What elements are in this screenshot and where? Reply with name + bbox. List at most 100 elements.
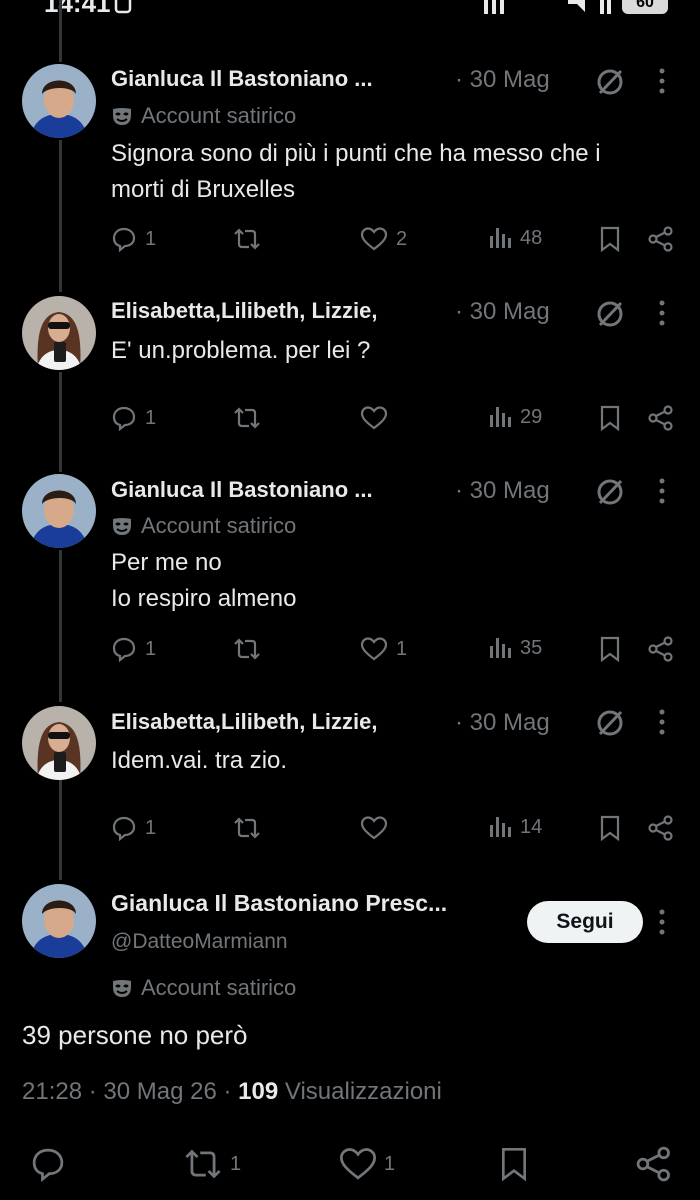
- reply-count: 1: [145, 406, 157, 429]
- like-button[interactable]: 2: [360, 226, 407, 252]
- views-label[interactable]: Visualizzazioni: [285, 1078, 442, 1105]
- repost-button[interactable]: [232, 226, 270, 252]
- more-icon[interactable]: [652, 707, 672, 737]
- avatar[interactable]: [22, 474, 96, 548]
- reply-icon: [32, 1148, 64, 1182]
- like-icon: [360, 637, 388, 661]
- reply-icon: [112, 637, 136, 662]
- post-date[interactable]: · 30 Mag: [455, 709, 550, 737]
- mute-icon[interactable]: [594, 476, 626, 508]
- share-icon[interactable]: [648, 815, 674, 841]
- satire-badge-label: Account satirico: [141, 103, 297, 128]
- repost-button[interactable]: [232, 636, 270, 662]
- more-icon[interactable]: [652, 298, 672, 328]
- views-button[interactable]: 29: [488, 405, 542, 429]
- views-icon: [490, 638, 511, 658]
- more-icon[interactable]: [652, 66, 672, 96]
- battery-indicator: 60: [622, 0, 668, 14]
- tweet-text-line: morti di Bruxelles: [111, 176, 296, 203]
- views-button[interactable]: 48: [488, 226, 542, 250]
- bookmark-icon[interactable]: [598, 636, 622, 662]
- satire-mask-icon: [113, 980, 131, 997]
- satire-badge-label: Account satirico: [141, 975, 297, 1000]
- author-name[interactable]: Elisabetta,Lilibeth, Lizzie,: [111, 298, 446, 324]
- main-share-button[interactable]: [636, 1146, 672, 1182]
- tweet-text: E' un.problema. per lei ?: [111, 333, 681, 369]
- repost-button[interactable]: [232, 405, 270, 431]
- views-count: 48: [520, 226, 543, 249]
- more-icon[interactable]: [652, 907, 672, 937]
- author-name[interactable]: Elisabetta,Lilibeth, Lizzie,: [111, 709, 446, 735]
- views-count: 14: [520, 815, 543, 838]
- main-like-button[interactable]: 1: [338, 1146, 395, 1182]
- bookmark-icon[interactable]: [598, 226, 622, 252]
- repost-icon: [234, 228, 260, 250]
- reply-button[interactable]: 1: [111, 815, 156, 841]
- tweet-text-line: Per me no: [111, 549, 222, 576]
- main-repost-button[interactable]: 1: [182, 1146, 241, 1182]
- views-button[interactable]: 14: [488, 815, 542, 839]
- like-button[interactable]: [360, 815, 396, 841]
- mute-status-icon: [568, 0, 585, 12]
- thread-line: [59, 780, 62, 880]
- thread-line: [59, 0, 62, 62]
- satire-mask-icon: [113, 108, 131, 125]
- reply-button[interactable]: 1: [111, 636, 156, 662]
- post-date[interactable]: · 30 Mag: [455, 298, 550, 326]
- mute-icon[interactable]: [594, 298, 626, 330]
- main-reply-button[interactable]: [30, 1146, 66, 1182]
- avatar[interactable]: [22, 296, 96, 370]
- reply-icon: [112, 406, 136, 431]
- repost-icon: [185, 1149, 221, 1179]
- satire-badge: Account satirico: [111, 513, 296, 539]
- signal-bars-icon: [484, 0, 504, 14]
- status-time: 14:41: [44, 0, 111, 18]
- bookmark-icon[interactable]: [598, 815, 622, 841]
- thread-line: [59, 372, 62, 472]
- main-like-count: 1: [384, 1152, 396, 1175]
- more-icon[interactable]: [652, 476, 672, 506]
- repost-button[interactable]: [232, 815, 270, 841]
- tweet-text-line: Idem.vai. tra zio.: [111, 747, 288, 774]
- main-bookmark-button[interactable]: [498, 1146, 530, 1182]
- mute-icon[interactable]: [594, 707, 626, 739]
- post-date[interactable]: · 30 Mag: [455, 477, 550, 505]
- share-icon[interactable]: [648, 226, 674, 252]
- cell-signal-icon: [600, 0, 611, 14]
- author-name[interactable]: Gianluca Il Bastoniano Presc...: [111, 890, 506, 917]
- views-total: 109: [238, 1078, 279, 1105]
- like-button[interactable]: 1: [360, 636, 407, 662]
- bookmark-icon[interactable]: [598, 405, 622, 431]
- tweet-text-line: Signora sono di più i punti che ha messo…: [111, 140, 601, 167]
- bookmark-icon: [502, 1148, 526, 1182]
- satire-badge: Account satirico: [111, 103, 296, 129]
- reply-count: 1: [145, 227, 157, 250]
- satire-badge-label: Account satirico: [141, 513, 297, 538]
- like-icon: [360, 227, 388, 251]
- like-icon: [360, 406, 388, 430]
- repost-icon: [234, 407, 260, 429]
- views-icon: [490, 407, 511, 427]
- avatar[interactable]: [22, 884, 96, 958]
- repost-icon: [234, 817, 260, 839]
- like-icon: [360, 816, 388, 840]
- tweet-text: Per me no Io respiro almeno: [111, 545, 681, 617]
- status-bar: 14:41 60: [0, 0, 700, 20]
- author-handle[interactable]: @DatteoMarmiann: [111, 930, 288, 954]
- share-icon[interactable]: [648, 636, 674, 662]
- tweet-text: Idem.vai. tra zio.: [111, 743, 681, 779]
- like-button[interactable]: [360, 405, 396, 431]
- tweet-text-line: Io respiro almeno: [111, 585, 297, 612]
- reply-button[interactable]: 1: [111, 405, 156, 431]
- post-date[interactable]: · 30 Mag: [455, 66, 550, 94]
- avatar[interactable]: [22, 706, 96, 780]
- author-name[interactable]: Gianluca Il Bastoniano ...: [111, 66, 441, 92]
- reply-icon: [112, 227, 136, 252]
- follow-button[interactable]: Segui: [527, 901, 643, 943]
- author-name[interactable]: Gianluca Il Bastoniano ...: [111, 477, 441, 503]
- views-button[interactable]: 35: [488, 636, 542, 660]
- avatar[interactable]: [22, 64, 96, 138]
- share-icon[interactable]: [648, 405, 674, 431]
- mute-icon[interactable]: [594, 66, 626, 98]
- reply-button[interactable]: 1: [111, 226, 156, 252]
